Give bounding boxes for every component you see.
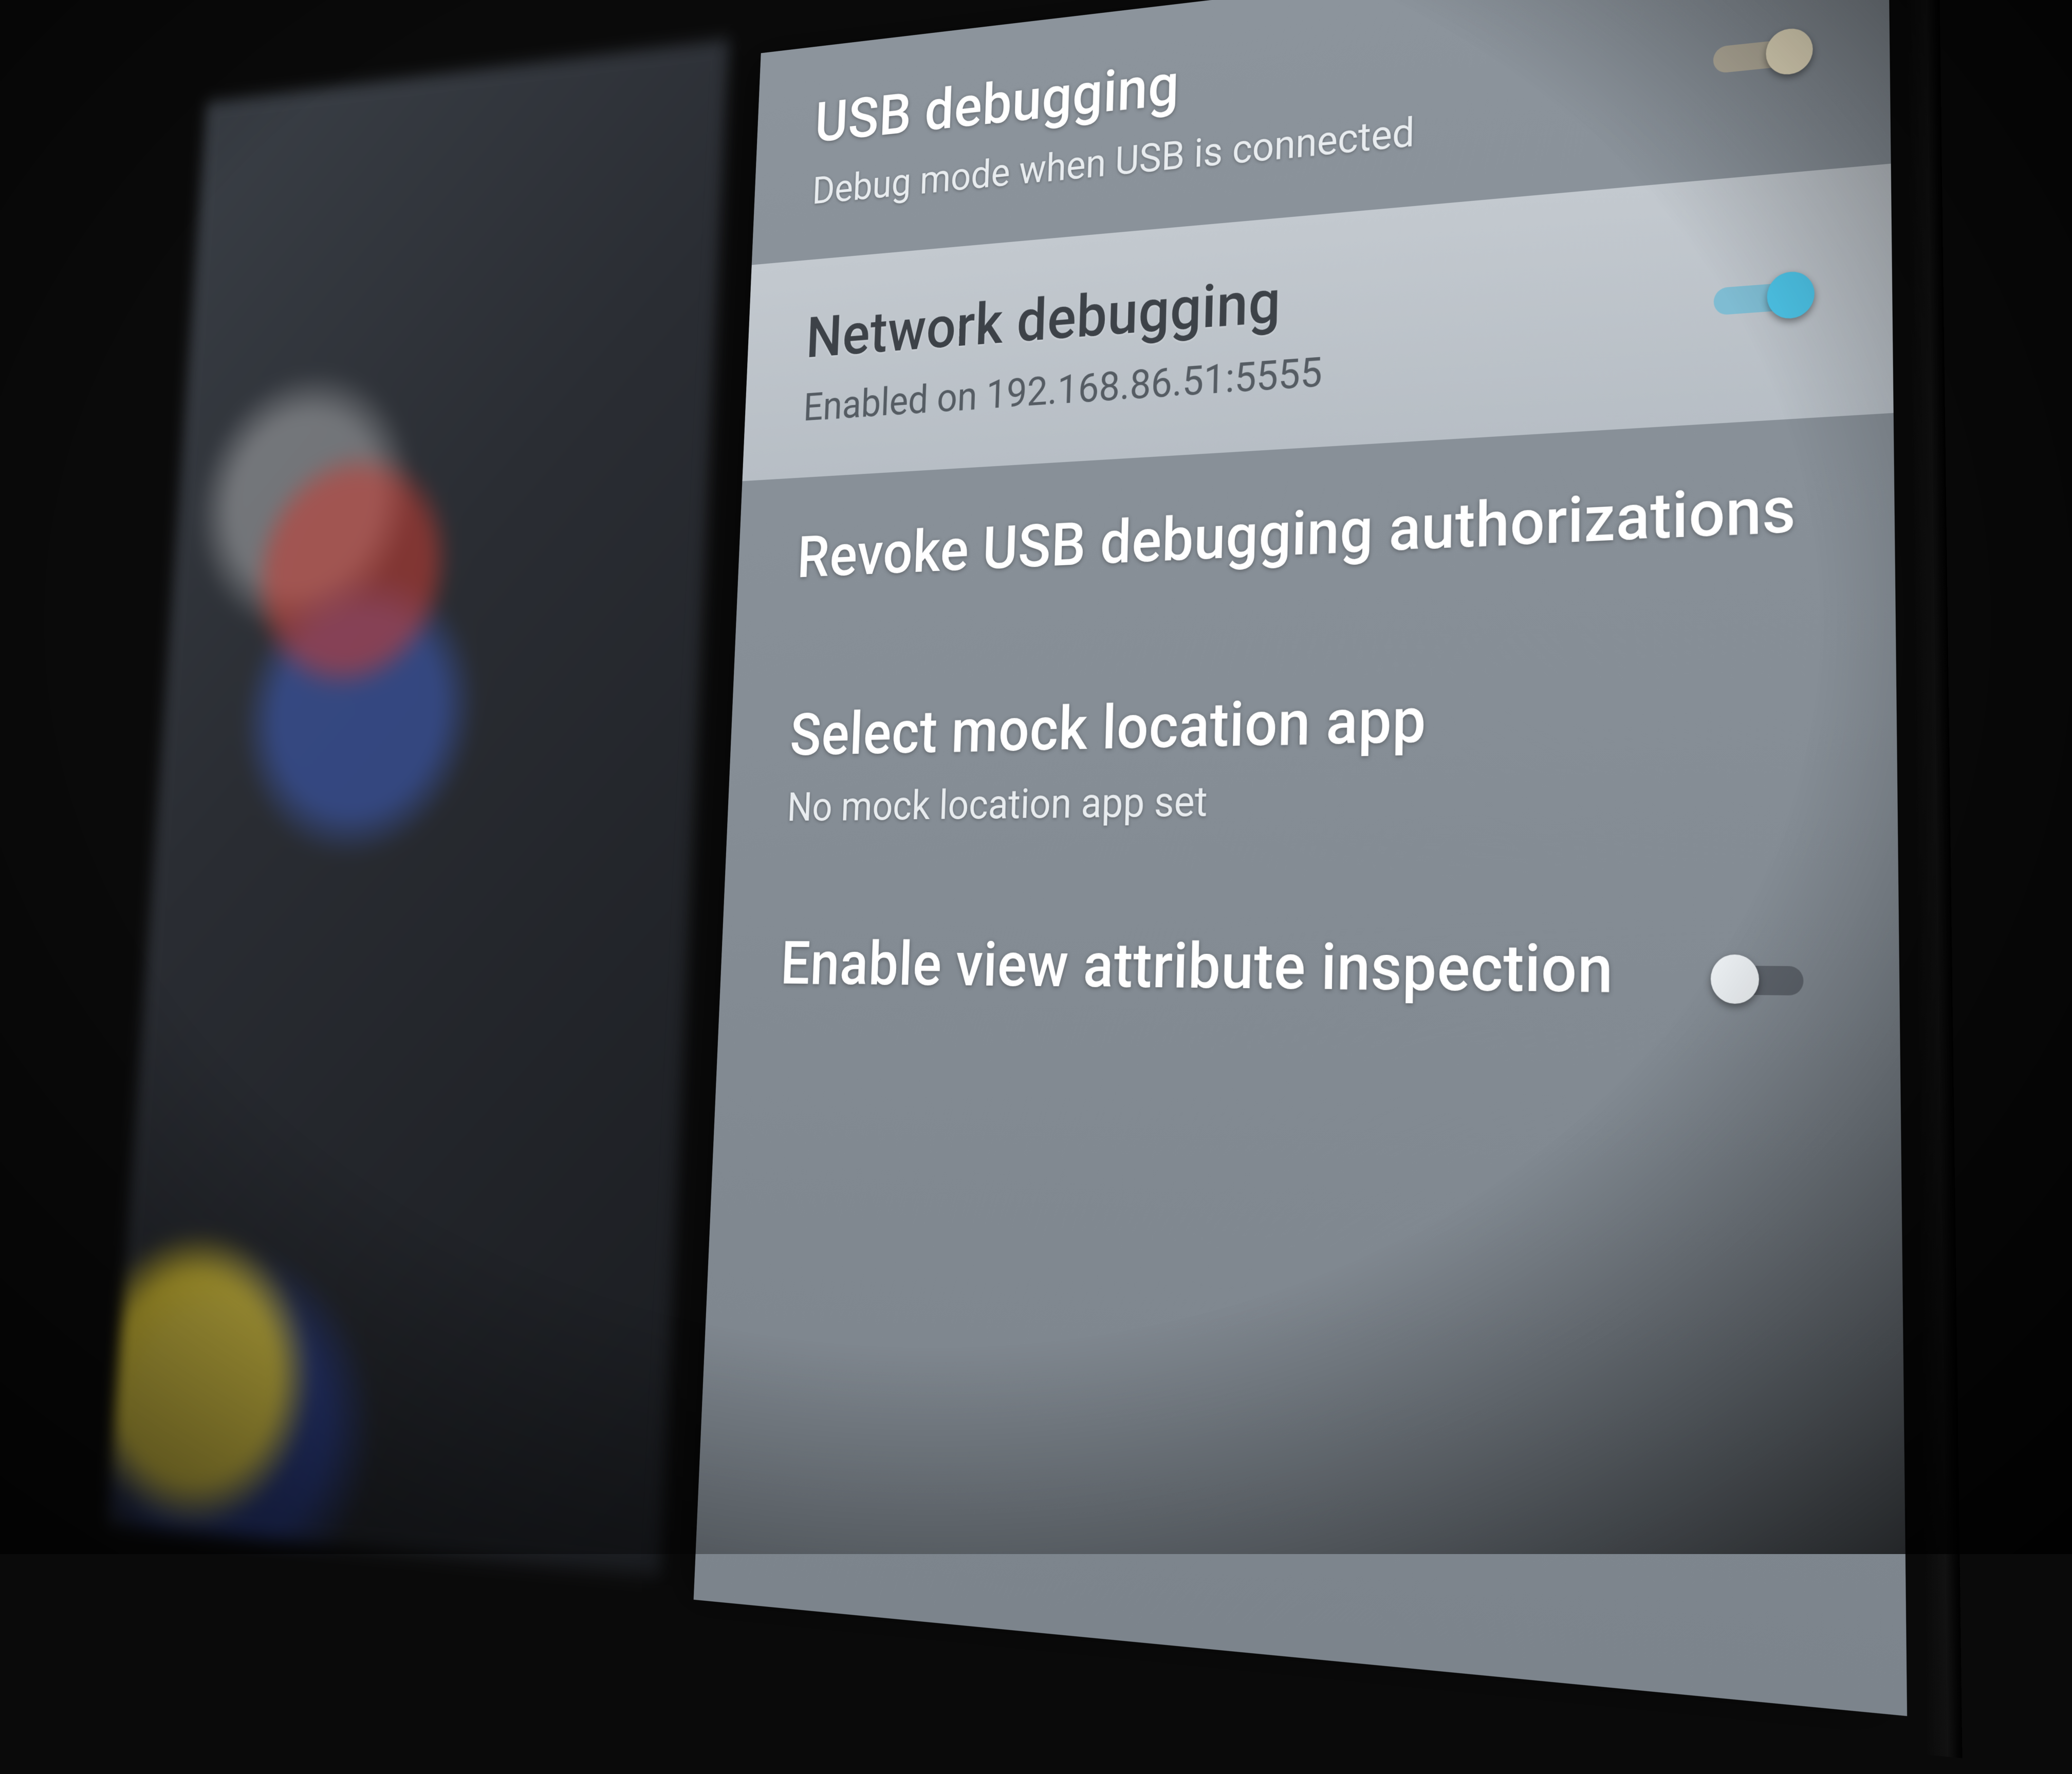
developer-options-panel: USB debugging Debug mode when USB is con… xyxy=(694,0,1907,1716)
setting-subtitle: No mock location app set xyxy=(786,767,1819,831)
setting-title: Select mock location app xyxy=(789,673,1819,770)
toggle-knob xyxy=(1711,954,1759,1004)
toggle-switch[interactable] xyxy=(1708,267,1816,327)
setting-title: Enable view attribute inspection xyxy=(780,929,1667,1009)
toggle-knob xyxy=(1766,26,1813,77)
launcher-background xyxy=(107,39,729,1576)
tv-screen: USB debugging Debug mode when USB is con… xyxy=(183,0,2072,1664)
setting-view-attribute-inspection[interactable]: Enable view attribute inspection xyxy=(717,875,1900,1086)
setting-mock-location[interactable]: Select mock location app No mock locatio… xyxy=(725,615,1898,880)
setting-title: Revoke USB debugging authorizations xyxy=(796,471,1817,592)
screen-bezel xyxy=(1905,0,1962,1758)
toggle-switch[interactable] xyxy=(1708,23,1814,86)
toggle-switch[interactable] xyxy=(1710,951,1821,1008)
toggle-knob xyxy=(1767,270,1815,320)
